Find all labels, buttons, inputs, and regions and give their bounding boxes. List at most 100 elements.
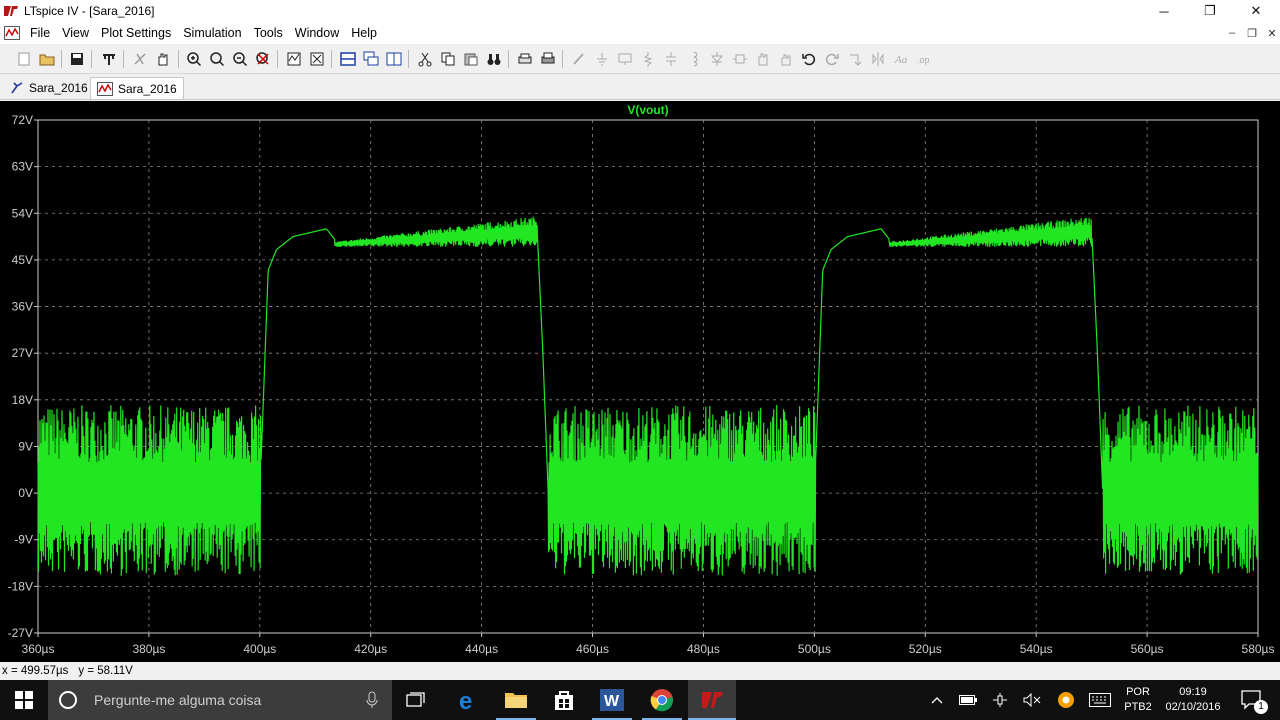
cut-icon[interactable] <box>415 49 435 69</box>
battery-tray-button[interactable] <box>956 680 980 720</box>
network-tray-button[interactable] <box>988 680 1012 720</box>
store-taskbar-button[interactable] <box>540 680 588 720</box>
x-tick-label: 380µs <box>132 642 165 656</box>
app-tray-button[interactable] <box>1054 680 1078 720</box>
cortana-search-box[interactable]: Pergunte-me alguma coisa <box>48 680 392 720</box>
zoom-out-icon[interactable] <box>230 49 250 69</box>
tile-vertical-icon[interactable] <box>384 49 404 69</box>
x-tick-label: 540µs <box>1020 642 1053 656</box>
find-binoculars-icon[interactable] <box>484 49 504 69</box>
cortana-circle-icon <box>59 691 77 709</box>
window-title: LTspice IV - [Sara_2016] <box>24 4 155 18</box>
redo-icon[interactable] <box>822 49 842 69</box>
svg-text:W: W <box>604 693 620 710</box>
edge-taskbar-button[interactable]: e <box>444 680 492 720</box>
waveform-doc-icon[interactable] <box>0 22 24 44</box>
x-tick-label: 560µs <box>1131 642 1164 656</box>
word-icon: W <box>600 689 624 711</box>
autorange-icon[interactable] <box>284 49 304 69</box>
schematic-icon <box>11 82 23 94</box>
y-tick-label: -18V <box>8 579 33 593</box>
inductor-icon[interactable] <box>684 49 704 69</box>
tab-label: Sara_2016 <box>118 81 177 96</box>
y-tick-label: 9V <box>18 439 33 453</box>
y-tick-label: 0V <box>18 486 33 500</box>
clock-button[interactable]: 09:19 02/10/2016 <box>1160 680 1226 720</box>
mirror-icon[interactable] <box>868 49 888 69</box>
y-axis: 72V 63V 54V 45V 36V 27V 18V 9V 0V -9V -18V -27V <box>8 113 38 640</box>
close-button[interactable]: ✕ <box>1233 0 1279 22</box>
mdi-close-button[interactable]: ✕ <box>1262 24 1280 42</box>
move-hand-icon[interactable] <box>753 49 773 69</box>
cascade-icon[interactable] <box>361 49 381 69</box>
capacitor-icon[interactable] <box>661 49 681 69</box>
mdi-minimize-button[interactable]: – <box>1222 24 1242 42</box>
component-icon[interactable] <box>730 49 750 69</box>
battery-icon <box>959 695 977 705</box>
trace-label-vout[interactable]: V(vout) <box>627 103 668 117</box>
ground-icon[interactable] <box>592 49 612 69</box>
open-folder-icon[interactable] <box>37 49 57 69</box>
save-icon[interactable] <box>67 49 87 69</box>
chrome-taskbar-button[interactable] <box>638 680 686 720</box>
minimize-button[interactable]: ─ <box>1141 0 1187 22</box>
x-tick-label: 500µs <box>798 642 831 656</box>
ltspice-window: LTspice IV - [Sara_2016] ─ ❐ ✕ File View… <box>0 0 1280 720</box>
chevron-up-icon <box>931 697 943 704</box>
paste-icon[interactable] <box>461 49 481 69</box>
drag-hand-icon[interactable] <box>776 49 796 69</box>
menu-simulation[interactable]: Simulation <box>177 22 247 44</box>
pan-hand-icon[interactable] <box>153 49 173 69</box>
file-explorer-taskbar-button[interactable] <box>492 680 540 720</box>
input-language-button[interactable]: POR PTB2 <box>1116 680 1160 720</box>
tab-waveform[interactable]: Sara_2016 <box>90 77 184 99</box>
x-tick-label: 400µs <box>243 642 276 656</box>
waveform-chart[interactable]: 72V 63V 54V 45V 36V 27V 18V 9V 0V -9V -18V -27V 360… <box>0 101 1280 662</box>
new-schematic-icon[interactable] <box>14 49 34 69</box>
control-panel-icon[interactable] <box>99 49 119 69</box>
zoom-full-icon[interactable] <box>207 49 227 69</box>
task-view-button[interactable] <box>392 680 440 720</box>
touch-keyboard-button[interactable] <box>1086 680 1114 720</box>
menu-view[interactable]: View <box>56 22 95 44</box>
rotate-icon[interactable] <box>845 49 865 69</box>
draw-wire-icon[interactable] <box>569 49 589 69</box>
maximize-button[interactable]: ❐ <box>1187 0 1233 22</box>
volume-tray-button[interactable] <box>1020 680 1044 720</box>
text-icon[interactable]: Aa <box>891 49 911 69</box>
menu-plot-settings[interactable]: Plot Settings <box>95 22 177 44</box>
label-net-icon[interactable] <box>615 49 635 69</box>
diode-icon[interactable] <box>707 49 727 69</box>
spice-directive-icon[interactable]: .op <box>914 49 934 69</box>
zoom-in-icon[interactable] <box>184 49 204 69</box>
x-tick-label: 580µs <box>1242 642 1275 656</box>
menu-help[interactable]: Help <box>345 22 383 44</box>
print-preview-icon[interactable] <box>515 49 535 69</box>
menu-window[interactable]: Window <box>289 22 345 44</box>
tab-schematic[interactable]: Sara_2016 <box>4 77 94 99</box>
print-icon[interactable] <box>538 49 558 69</box>
action-center-button[interactable]: 1 <box>1232 680 1272 720</box>
zoom-cancel-icon[interactable] <box>253 49 273 69</box>
tile-horizontal-icon[interactable] <box>338 49 358 69</box>
mdi-restore-button[interactable]: ❐ <box>1242 24 1262 42</box>
waveform-plot[interactable]: 72V 63V 54V 45V 36V 27V 18V 9V 0V -9V -18V -27V 360… <box>0 101 1280 662</box>
menu-tools[interactable]: Tools <box>248 22 289 44</box>
run-icon[interactable] <box>130 49 150 69</box>
start-button[interactable] <box>0 680 48 720</box>
trace-vout[interactable] <box>37 216 1259 576</box>
tab-label: Sara_2016 <box>29 81 88 95</box>
menu-file[interactable]: File <box>24 22 56 44</box>
language-code: POR <box>1126 686 1150 698</box>
resistor-icon[interactable] <box>638 49 658 69</box>
search-placeholder: Pergunte-me alguma coisa <box>94 692 262 708</box>
network-plug-icon <box>993 693 1007 707</box>
y-tick-label: 54V <box>12 206 33 220</box>
microphone-icon[interactable] <box>365 691 379 709</box>
word-taskbar-button[interactable]: W <box>588 680 636 720</box>
plot-settings-icon[interactable] <box>307 49 327 69</box>
tray-overflow-button[interactable] <box>926 680 948 720</box>
ltspice-taskbar-button[interactable] <box>688 680 736 720</box>
copy-icon[interactable] <box>438 49 458 69</box>
undo-icon[interactable] <box>799 49 819 69</box>
